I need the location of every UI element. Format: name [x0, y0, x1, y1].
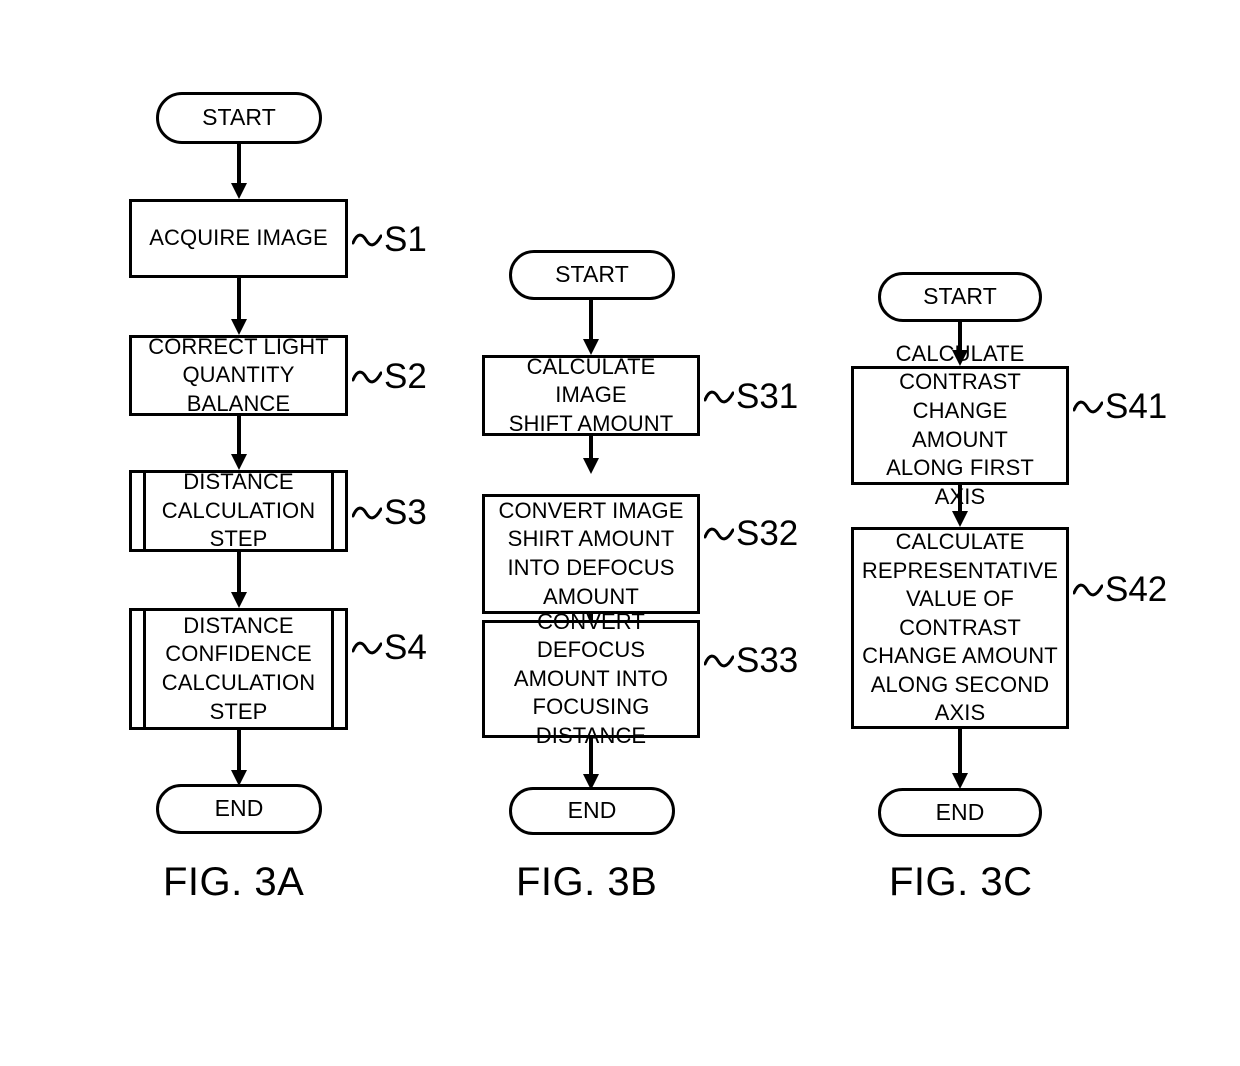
squiggle-connector-icon: [1072, 581, 1104, 599]
node-label: START: [555, 261, 629, 288]
node-label: CALCULATE CONTRAST CHANGE AMOUNT ALONG F…: [886, 340, 1034, 509]
node-label: ACQUIRE IMAGE: [149, 225, 328, 251]
node-label: DISTANCE CONFIDENCE CALCULATION STEP: [161, 612, 316, 724]
node-label: END: [214, 795, 264, 822]
node-label: DISTANCE CALCULATION STEP: [161, 469, 316, 552]
connector-s42-to-end: [952, 729, 968, 789]
node-label: END: [567, 797, 617, 824]
node-label: END: [935, 798, 985, 825]
node-s4: DISTANCE CONFIDENCE CALCULATION STEP: [129, 608, 348, 730]
node-s2: CORRECT LIGHT QUANTITY BALANCE: [129, 333, 348, 416]
patent-figure-sheet: START ACQUIRE IMAGE S1 CORRECT LIGHT QUA…: [0, 0, 1240, 1066]
node-label: START: [202, 104, 276, 131]
step-code: S42: [1105, 570, 1168, 609]
squiggle-connector-icon: [1072, 398, 1104, 416]
node-label: CALCULATE IMAGE SHIFT AMOUNT: [508, 353, 674, 436]
step-tag-s42: S42: [1072, 570, 1168, 609]
node-start-3c: START: [878, 272, 1042, 322]
node-label: CORRECT LIGHT QUANTITY BALANCE: [148, 333, 329, 416]
node-label: CONVERT DEFOCUS AMOUNT INTO FOCUSING DIS…: [513, 608, 669, 748]
node-s31: CALCULATE IMAGE SHIFT AMOUNT: [482, 353, 700, 436]
node-s32: CONVERT IMAGE SHIRT AMOUNT INTO DEFOCUS …: [482, 494, 700, 614]
step-code: S41: [1105, 387, 1168, 426]
node-s33: CONVERT DEFOCUS AMOUNT INTO FOCUSING DIS…: [482, 609, 700, 748]
node-s41: CALCULATE CONTRAST CHANGE AMOUNT ALONG F…: [851, 341, 1069, 509]
step-tag-s41: S41: [1072, 387, 1168, 426]
node-s42: CALCULATE REPRESENTATIVE VALUE OF CONTRA…: [851, 527, 1069, 729]
node-label: START: [923, 283, 997, 310]
node-end-3c: END: [878, 788, 1042, 837]
figure-caption-3c: FIG. 3C: [889, 860, 1033, 904]
node-label: CONVERT IMAGE SHIRT AMOUNT INTO DEFOCUS …: [498, 497, 684, 609]
node-label: CALCULATE REPRESENTATIVE VALUE OF CONTRA…: [861, 528, 1059, 726]
node-s3: DISTANCE CALCULATION STEP: [129, 469, 348, 552]
